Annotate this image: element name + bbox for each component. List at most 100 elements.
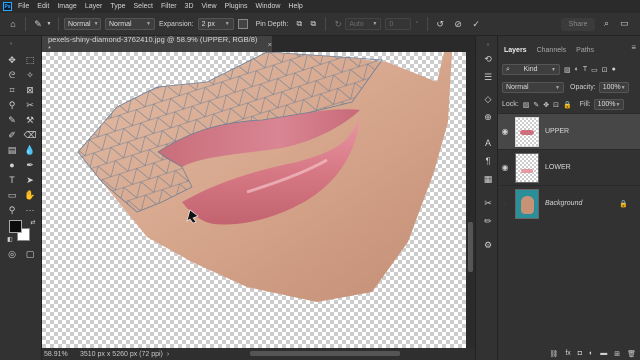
- tab-channels[interactable]: Channels: [537, 47, 567, 54]
- warped-lips-image[interactable]: [42, 52, 466, 348]
- shapes-panel-icon[interactable]: ⊕: [481, 110, 495, 124]
- vertical-scrollbar[interactable]: [466, 52, 475, 348]
- home-icon[interactable]: ⌂: [6, 19, 20, 29]
- layer-name[interactable]: Background: [545, 200, 582, 207]
- fill-input[interactable]: 100% ▼: [593, 99, 624, 110]
- cancel-icon[interactable]: ⊘: [451, 19, 465, 30]
- character-panel-icon[interactable]: A: [481, 136, 495, 150]
- document-canvas[interactable]: [42, 52, 466, 348]
- lock-all-icon[interactable]: 🔒: [563, 101, 572, 109]
- search-icon[interactable]: ⌕: [604, 18, 609, 29]
- status-menu-icon[interactable]: ›: [167, 351, 169, 358]
- adjustments-panel-icon[interactable]: ⚙: [481, 238, 495, 252]
- rectangle-tool-icon[interactable]: ▭: [5, 189, 19, 201]
- panel-menu-icon[interactable]: ≡: [631, 43, 636, 52]
- default-colors-icon[interactable]: ◧: [3, 233, 17, 245]
- new-group-icon[interactable]: ▬: [600, 350, 607, 357]
- menu-filter[interactable]: Filter: [161, 3, 177, 10]
- collapse-icon[interactable]: »: [4, 38, 18, 50]
- lock-icon[interactable]: 🔒: [619, 200, 628, 208]
- lock-transparent-icon[interactable]: ▨: [523, 101, 530, 109]
- mode-dropdown[interactable]: Normal ▼: [64, 18, 101, 30]
- lock-position-icon[interactable]: ✥: [543, 101, 549, 109]
- add-mask-icon[interactable]: ◘: [578, 350, 582, 357]
- layer-name[interactable]: UPPER: [545, 128, 569, 135]
- filter-shape-icon[interactable]: ▭: [591, 66, 598, 74]
- zoom-tool-icon[interactable]: ⚲: [5, 204, 19, 216]
- quick-mask-icon[interactable]: ◎: [5, 248, 19, 260]
- menu-edit[interactable]: Edit: [37, 3, 49, 10]
- screen-mode-icon[interactable]: ▢: [23, 248, 37, 260]
- properties-panel-icon[interactable]: ☰: [481, 70, 495, 84]
- blur-tool-icon[interactable]: 💧: [23, 144, 37, 156]
- gradient-tool-icon[interactable]: ▤: [5, 144, 19, 156]
- brushes-panel-icon[interactable]: ✏: [481, 214, 495, 228]
- marquee-tool-icon[interactable]: ⬚: [23, 54, 37, 66]
- menu-image[interactable]: Image: [57, 3, 76, 10]
- foreground-color-swatch[interactable]: [9, 220, 22, 233]
- tool-preset-caret-icon[interactable]: ▼: [45, 21, 53, 27]
- visibility-empty-icon[interactable]: ·: [498, 199, 512, 208]
- layer-name[interactable]: LOWER: [545, 164, 571, 171]
- angle-input[interactable]: 0: [385, 18, 412, 30]
- zoom-level[interactable]: 58.91%: [44, 351, 80, 358]
- dodge-tool-icon[interactable]: ●: [5, 159, 19, 171]
- filter-kind-dropdown[interactable]: ⌕ Kind ▼: [502, 64, 560, 75]
- menu-view[interactable]: View: [202, 3, 217, 10]
- reset-icon[interactable]: ↺: [433, 19, 447, 30]
- blend-mode-dropdown[interactable]: Normal ▼: [502, 82, 564, 93]
- rotate-dropdown[interactable]: Auto ▼: [345, 18, 382, 30]
- history-brush-icon[interactable]: ✐: [5, 129, 19, 141]
- horizontal-scroll-thumb[interactable]: [250, 351, 400, 356]
- menu-select[interactable]: Select: [134, 3, 153, 10]
- pin-backward-icon[interactable]: ⧉: [306, 19, 320, 29]
- adjustment-layer-icon[interactable]: ◐: [589, 350, 593, 357]
- path-select-icon[interactable]: ➤: [23, 174, 37, 186]
- menu-layer[interactable]: Layer: [85, 3, 103, 10]
- move-tool-icon[interactable]: ✥: [5, 54, 19, 66]
- crop-tool-icon[interactable]: ⌗: [5, 84, 19, 96]
- filter-pixel-icon[interactable]: ▨: [564, 66, 571, 74]
- layer-style-icon[interactable]: fx: [565, 350, 570, 357]
- pen-tool-icon[interactable]: ✒: [23, 159, 37, 171]
- show-mesh-checkbox[interactable]: [237, 19, 248, 29]
- healing-tool-icon[interactable]: ✂: [23, 99, 37, 111]
- history-panel-icon[interactable]: ⟲: [481, 52, 495, 66]
- menu-window[interactable]: Window: [256, 3, 281, 10]
- share-button[interactable]: Share: [561, 18, 595, 31]
- filter-type-icon[interactable]: T: [583, 66, 587, 73]
- visibility-eye-icon[interactable]: ◉: [498, 163, 512, 172]
- tools-presets-icon[interactable]: ✂: [481, 196, 495, 210]
- expansion-input[interactable]: 2 px ▼: [197, 18, 234, 30]
- collapse-panels-icon[interactable]: «: [481, 38, 495, 52]
- hand-tool-icon[interactable]: ✋: [23, 189, 37, 201]
- menu-type[interactable]: Type: [110, 3, 125, 10]
- puppet-warp-tool-icon[interactable]: ✎: [31, 19, 45, 30]
- swap-colors-icon[interactable]: ⇄: [26, 216, 40, 228]
- paragraph-panel-icon[interactable]: ¶: [481, 154, 495, 168]
- type-tool-icon[interactable]: T: [5, 174, 19, 186]
- brush-tool-icon[interactable]: ✎: [5, 114, 19, 126]
- document-tab[interactable]: pexels-shiny-diamond-3762410.jpg @ 58.9%…: [42, 35, 272, 53]
- tab-layers[interactable]: Layers: [504, 47, 527, 54]
- new-layer-icon[interactable]: ⊞: [614, 350, 620, 358]
- lasso-tool-icon[interactable]: ᘓ: [5, 69, 19, 81]
- filter-adjustment-icon[interactable]: ◐: [575, 66, 579, 73]
- eyedropper-tool-icon[interactable]: ⚲: [5, 99, 19, 111]
- glyphs-panel-icon[interactable]: ▦: [481, 172, 495, 186]
- scroll-thumb[interactable]: [468, 222, 473, 272]
- eraser-tool-icon[interactable]: ⌫: [23, 129, 37, 141]
- density-dropdown[interactable]: Normal ▼: [105, 18, 155, 30]
- visibility-eye-icon[interactable]: ◉: [498, 127, 512, 136]
- stamp-tool-icon[interactable]: ⚒: [23, 114, 37, 126]
- link-layers-icon[interactable]: ⛓: [549, 350, 558, 358]
- lock-artboard-icon[interactable]: ⊡: [553, 101, 559, 109]
- layer-comps-icon[interactable]: ◇: [481, 92, 495, 106]
- opacity-input[interactable]: 100% ▼: [598, 82, 629, 93]
- lock-image-icon[interactable]: ✎: [533, 101, 539, 109]
- canvas-area[interactable]: [42, 52, 466, 348]
- menu-file[interactable]: File: [18, 3, 29, 10]
- commit-check-icon[interactable]: ✓: [469, 19, 483, 30]
- layer-row-background[interactable]: · Background 🔒: [498, 185, 640, 221]
- menu-help[interactable]: Help: [288, 3, 302, 10]
